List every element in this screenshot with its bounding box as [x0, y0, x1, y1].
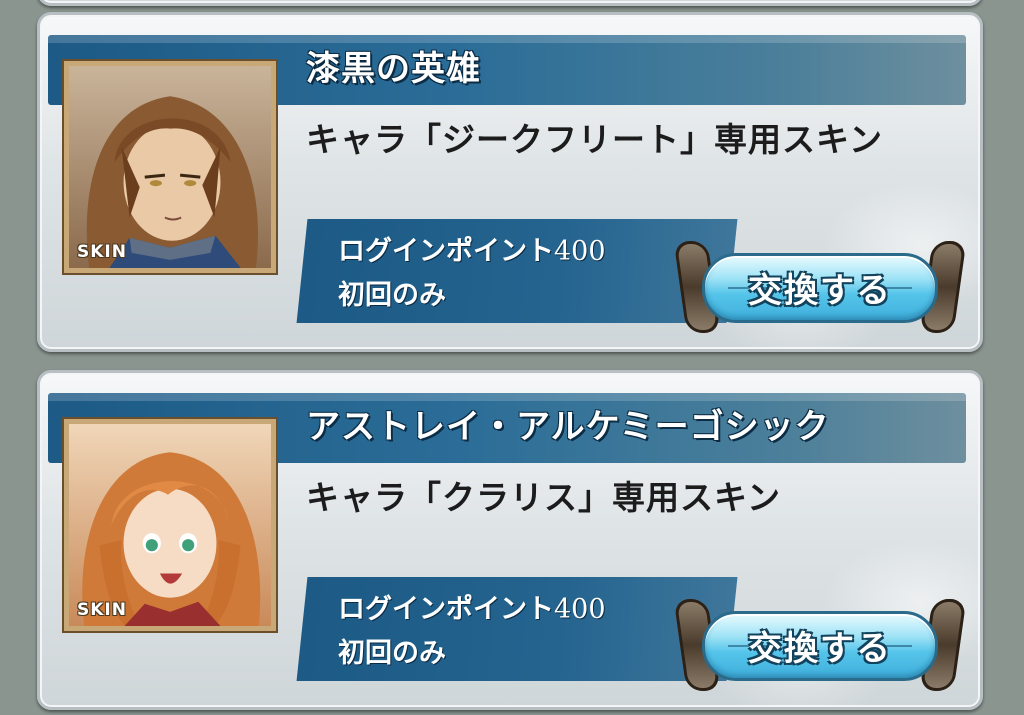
clarisse-portrait-icon [69, 424, 271, 626]
item-description: キャラ「ジークフリート」専用スキン [306, 120, 884, 159]
cost-value: 400 [554, 236, 606, 267]
exchange-button[interactable]: 交換する [673, 599, 967, 691]
cost-label: ログインポイント [338, 236, 554, 267]
cost-line: ログインポイント400 [338, 229, 606, 268]
item-title: アストレイ・アルケミーゴシック [306, 407, 830, 447]
skin-badge: SKIN [77, 242, 127, 262]
skin-badge: SKIN [77, 600, 127, 620]
cost-label: ログインポイント [338, 594, 554, 625]
skin-exchange-card: 漆黒の英雄 キャラ「ジークフリート」専用スキン SKIN ログインポイント400… [37, 12, 983, 352]
exchange-button-label: 交換する [748, 271, 892, 311]
character-portrait: SKIN [64, 419, 276, 631]
cost-line: ログインポイント400 [338, 587, 606, 626]
previous-card-edge [37, 0, 983, 6]
limit-text: 初回のみ [338, 638, 446, 669]
limit-text: 初回のみ [338, 280, 446, 311]
skin-exchange-card: アストレイ・アルケミーゴシック キャラ「クラリス」専用スキン SKIN ログイン… [37, 370, 983, 710]
exchange-button[interactable]: 交換する [673, 241, 967, 333]
cost-value: 400 [554, 594, 606, 625]
item-title: 漆黒の英雄 [306, 49, 481, 89]
exchange-button-label: 交換する [748, 629, 892, 669]
item-description: キャラ「クラリス」専用スキン [306, 478, 782, 517]
character-portrait: SKIN [64, 61, 276, 273]
siegfried-portrait-icon [69, 66, 271, 268]
